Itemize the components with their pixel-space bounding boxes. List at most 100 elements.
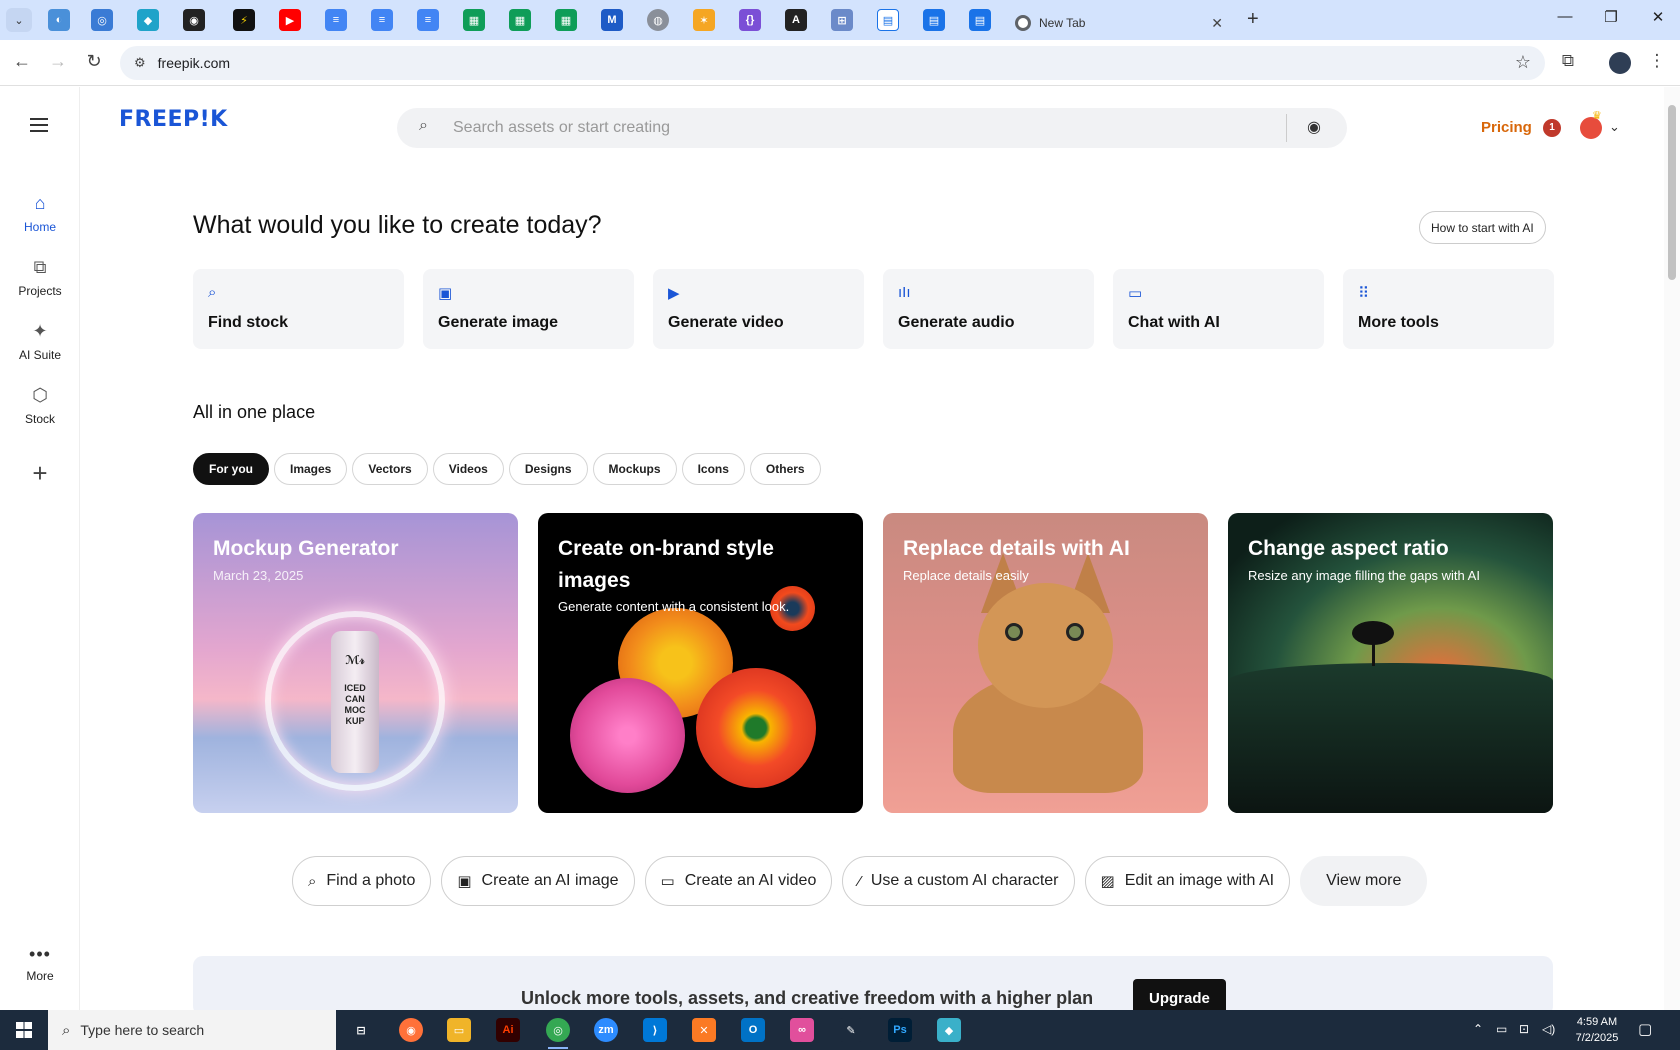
view-more-button[interactable]: View more [1300,856,1428,906]
forms-tab-3-icon[interactable]: ▤ [969,9,991,31]
pricing-link[interactable]: Pricing [1481,119,1532,136]
xampp-icon[interactable]: ✕ [692,1018,716,1042]
page-scrollbar[interactable] [1664,87,1680,1010]
file-explorer-icon[interactable]: ▭ [447,1018,471,1042]
chip-images[interactable]: Images [274,453,348,485]
tab-search-button[interactable]: ⌄ [6,8,32,32]
sidebar-item-label: AI Suite [18,348,62,362]
forward-arrow-icon[interactable]: → [46,51,70,72]
sheets-tab-3-icon[interactable]: ▦ [555,9,577,31]
forms-tab-active-icon[interactable]: ▤ [877,9,899,31]
youtube-tab-icon[interactable]: ▶ [279,9,301,31]
camera-icon[interactable]: ◉ [1307,117,1321,137]
freepik-logo[interactable]: FREEP!K [119,107,228,132]
add-new-button[interactable]: + [20,454,60,494]
find-photo-button[interactable]: ⌕ Find a photo [292,856,432,906]
window-minimize-button[interactable]: — [1550,8,1580,25]
creative-cloud-icon[interactable]: ∞ [790,1018,814,1042]
app-diamond-icon[interactable]: ◆ [937,1018,961,1042]
sidebar-item-projects[interactable]: ⧉ Projects [0,257,80,298]
back-arrow-icon[interactable]: ← [10,51,34,72]
how-to-start-button[interactable]: How to start with AI [1419,211,1546,244]
generate-video-card[interactable]: ▶ Generate video [653,269,864,349]
chip-for-you[interactable]: For you [193,453,269,485]
tab-new-tab[interactable]: New Tab ✕ [1005,6,1235,40]
extensions-icon[interactable]: ⧉ [1556,51,1580,71]
chip-vectors[interactable]: Vectors [352,453,428,485]
forms-tab-2-icon[interactable]: ▤ [923,9,945,31]
generate-audio-card[interactable]: ıIı Generate audio [883,269,1094,349]
pinned-tab-grid-icon[interactable]: ⊞ [831,9,853,31]
upgrade-button[interactable]: Upgrade [1133,979,1226,1010]
more-tools-card[interactable]: ⠿ More tools [1343,269,1554,349]
pinned-tab-5-icon[interactable]: ⚡ [233,9,255,31]
search-input[interactable] [453,114,1153,142]
sidebar-item-home[interactable]: ⌂ Home [0,193,80,234]
address-bar[interactable]: ⚙ freepik.com ☆ [120,46,1545,80]
mockup-generator-card[interactable]: ℳ𝓇 ICED CAN MOC KUP Mockup Generator Mar… [193,513,518,813]
docs-tab-3-icon[interactable]: ≡ [417,9,439,31]
notification-badge[interactable]: 1 [1543,119,1561,137]
chip-designs[interactable]: Designs [508,453,588,485]
tab-close-icon[interactable]: ✕ [1211,15,1223,32]
chat-with-ai-card[interactable]: ▭ Chat with AI [1113,269,1324,349]
chrome-taskbar-icon[interactable]: ◎ [546,1018,570,1049]
pinned-tab-2-icon[interactable]: ◎ [91,9,113,31]
tray-display-icon[interactable]: ▭ [1496,1022,1507,1036]
browser-menu-icon[interactable]: ⋮ [1645,51,1669,71]
edit-image-ai-button[interactable]: ▨ Edit an image with AI [1084,856,1291,906]
start-button[interactable] [0,1010,48,1050]
sidebar-item-ai-suite[interactable]: ✦ AI Suite [0,321,80,362]
pinned-tab-a-icon[interactable]: A [785,9,807,31]
firefox-icon[interactable]: ◉ [399,1018,423,1042]
network-icon[interactable]: ⊡ [1519,1022,1529,1036]
generate-image-card[interactable]: ▣ Generate image [423,269,634,349]
sheets-tab-2-icon[interactable]: ▦ [509,9,531,31]
sheets-tab-1-icon[interactable]: ▦ [463,9,485,31]
site-settings-icon[interactable]: ⚙ [134,55,146,71]
volume-icon[interactable]: ◁) [1542,1022,1555,1036]
chip-mockups[interactable]: Mockups [592,453,677,485]
on-brand-images-card[interactable]: Create on-brand style images Generate co… [538,513,863,813]
outlook-icon[interactable]: O [741,1018,765,1042]
pen-tool-icon[interactable]: ✎ [839,1018,863,1042]
chip-icons[interactable]: Icons [681,453,745,485]
taskbar-search[interactable]: ⌕ Type here to search [48,1010,336,1050]
find-stock-card[interactable]: ⌕ Find stock [193,269,404,349]
change-aspect-ratio-card[interactable]: Change aspect ratio Resize any image fil… [1228,513,1553,813]
globe-tab-icon[interactable]: ◍ [647,9,669,31]
pinned-tab-4-icon[interactable]: ◉ [183,9,205,31]
window-close-button[interactable]: ✕ [1643,8,1673,26]
custom-ai-character-button[interactable]: ⁄ Use a custom AI character [842,856,1075,906]
tray-chevron-icon[interactable]: ⌃ [1473,1022,1483,1036]
bookmark-star-icon[interactable]: ☆ [1515,52,1531,73]
scrollbar-thumb[interactable] [1668,105,1676,280]
browser-profile-avatar[interactable] [1609,52,1631,74]
notifications-icon[interactable]: ▢ [1638,1020,1652,1038]
pinned-tab-3-icon[interactable]: ◆ [137,9,159,31]
vscode-icon[interactable]: ⟩ [643,1018,667,1042]
pinned-tab-1-icon[interactable]: ◐ [48,9,70,31]
create-ai-image-button[interactable]: ▣ Create an AI image [441,856,635,906]
task-view-icon[interactable]: ⊟ [349,1018,373,1042]
taskbar-clock[interactable]: 4:59 AM 7/2/2025 [1572,1014,1622,1046]
replace-details-card[interactable]: Replace details with AI Replace details … [883,513,1208,813]
zoom-icon[interactable]: zm [594,1018,618,1042]
pinned-tab-code-icon[interactable]: {} [739,9,761,31]
chevron-down-icon[interactable]: ⌄ [1609,119,1620,135]
docs-tab-1-icon[interactable]: ≡ [325,9,347,31]
hamburger-menu-icon[interactable] [30,118,48,136]
reload-icon[interactable]: ↻ [82,51,106,72]
sidebar-item-more[interactable]: ••• More [0,944,80,983]
create-ai-video-button[interactable]: ▭ Create an AI video [644,856,833,906]
pinned-tab-bee-icon[interactable]: ✶ [693,9,715,31]
window-restore-button[interactable]: ❐ [1596,8,1626,26]
docs-tab-2-icon[interactable]: ≡ [371,9,393,31]
new-tab-button[interactable]: + [1247,8,1259,31]
sidebar-item-stock[interactable]: ⬡ Stock [0,385,80,426]
chip-videos[interactable]: Videos [432,453,504,485]
chip-others[interactable]: Others [749,453,821,485]
illustrator-icon[interactable]: Ai [496,1018,520,1042]
pinned-tab-ms-icon[interactable]: M [601,9,623,31]
photoshop-icon[interactable]: Ps [888,1018,912,1042]
